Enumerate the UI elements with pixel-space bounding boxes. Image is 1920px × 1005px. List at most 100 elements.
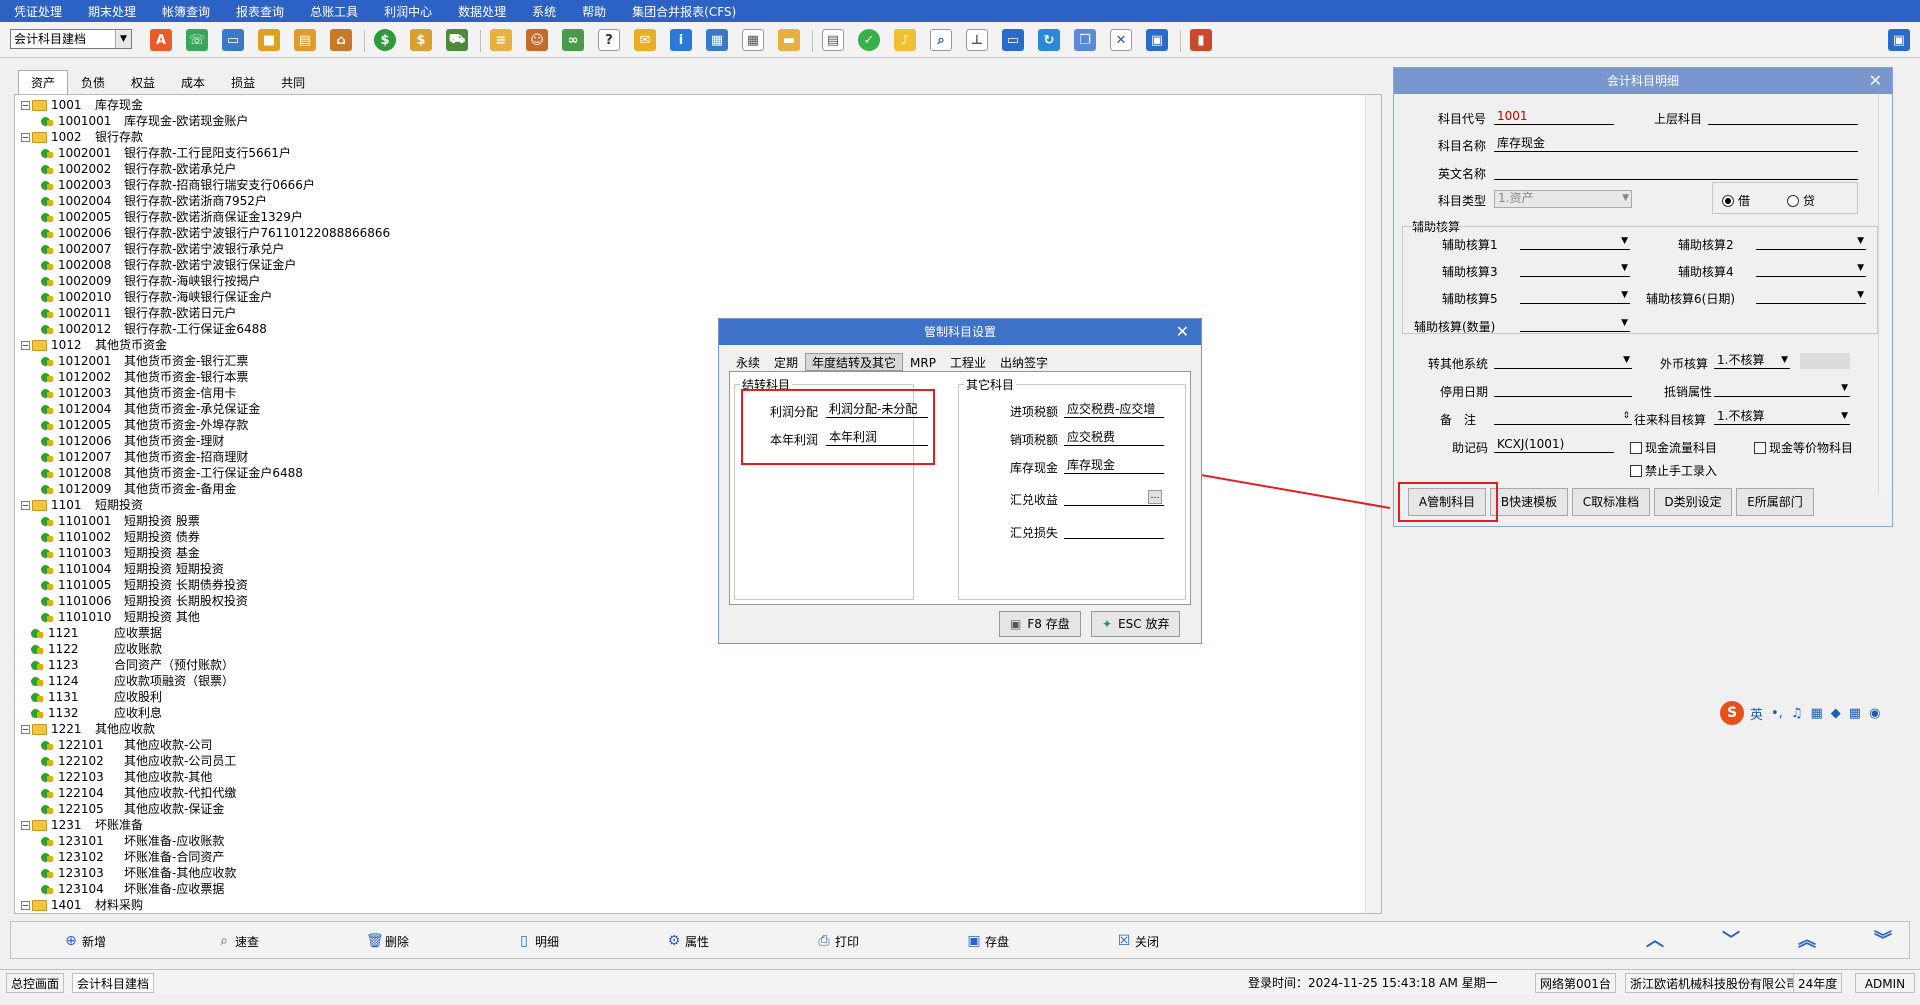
aux-qty-select[interactable]: ▼	[1520, 316, 1630, 332]
menu-item-voucher[interactable]: 凭证处理	[14, 3, 62, 20]
tree-node[interactable]: 1101005 短期投资 长期债券投资	[41, 577, 248, 593]
aux2-select[interactable]: ▼	[1756, 234, 1866, 250]
tree-node[interactable]: 1124 应收款项融资（银票）	[31, 673, 234, 689]
tab-cashier-sign[interactable]: 出纳签字	[993, 353, 1055, 371]
help-icon[interactable]: ?	[598, 29, 620, 51]
bell-icon[interactable]: ♪	[894, 29, 916, 51]
tree-node[interactable]: 1101004 短期投资 短期投资	[41, 561, 224, 577]
fx-currency-field[interactable]	[1800, 353, 1850, 369]
output-tax-field[interactable]: 应交税费	[1064, 430, 1164, 446]
mail-icon[interactable]: ✉	[634, 29, 656, 51]
credit-radio[interactable]: 贷	[1787, 192, 1815, 209]
collapse-toggle-icon[interactable]: −	[21, 340, 30, 350]
category-setting-button[interactable]: D类别设定	[1654, 488, 1732, 516]
tree-node[interactable]: 122103 其他应收款-其他	[41, 769, 212, 785]
punctuation-icon[interactable]: •,	[1771, 706, 1783, 721]
skin-icon[interactable]: ◆	[1831, 706, 1841, 721]
money-bag-icon[interactable]: $	[410, 29, 432, 51]
type-select[interactable]: 1.资产 ▼	[1494, 190, 1632, 208]
mascot-icon[interactable]: ◉	[1869, 706, 1880, 721]
tree-node[interactable]: 123103 坏账准备-其他应收款	[41, 865, 236, 881]
chevron-up-icon[interactable]: ︿	[1644, 930, 1666, 952]
tile-icon[interactable]: ▣	[1146, 29, 1168, 51]
tree-node[interactable]: 1002005 银行存款-欧诺浙商保证金1329户	[41, 209, 303, 225]
tree-node[interactable]: 1002002 银行存款-欧诺承兑户	[41, 161, 236, 177]
transfer-select[interactable]: ▼	[1494, 353, 1632, 369]
tab-mrp[interactable]: MRP	[903, 353, 943, 371]
module-select[interactable]: 会计科目建档 ▼	[10, 29, 132, 49]
tree-node[interactable]: 1101010 短期投资 其他	[41, 609, 200, 625]
home-icon[interactable]: ⌂	[330, 29, 352, 51]
tree-node[interactable]: − 1012 其他货币资金	[21, 337, 167, 353]
properties-button[interactable]: ⚙ 属性	[666, 932, 709, 950]
tree-node[interactable]: 1121 应收票据	[31, 625, 162, 641]
english-name-field[interactable]	[1494, 164, 1858, 180]
microphone-icon[interactable]: ♫	[1791, 706, 1803, 721]
tree-node[interactable]: 1122 应收账款	[31, 641, 162, 657]
windows-icon[interactable]: ❐	[1074, 29, 1096, 51]
tree-node[interactable]: 123104 坏账准备-应收票据	[41, 881, 224, 897]
f8-save-button[interactable]: ▣ F8 存盘	[999, 611, 1081, 637]
tree-node[interactable]: 1012009 其他货币资金-备用金	[41, 481, 236, 497]
tree-node[interactable]: − 1221 其他应收款	[21, 721, 155, 737]
close-icon[interactable]: ✕	[1869, 71, 1882, 91]
tree-node[interactable]: 1012006 其他货币资金-理财	[41, 433, 224, 449]
tree-node[interactable]: 1101001 短期投资 股票	[41, 513, 200, 529]
tree-node[interactable]: 1131 应收股利	[31, 689, 162, 705]
chevron-down-icon[interactable]: ﹀	[1720, 930, 1742, 952]
fx-select[interactable]: 1.不核算 ▼	[1714, 353, 1790, 369]
cash-field[interactable]: 库存现金	[1064, 458, 1164, 474]
menu-item-report-query[interactable]: 报表查询	[236, 3, 284, 20]
tree-node[interactable]: 122105 其他应收款-保证金	[41, 801, 224, 817]
tab-periodic[interactable]: 定期	[767, 353, 805, 371]
tree-node[interactable]: 1132 应收利息	[31, 705, 162, 721]
tree-node[interactable]: 1012007 其他货币资金-招商理财	[41, 449, 248, 465]
grid-icon[interactable]: ▦	[706, 29, 728, 51]
menu-item-data-processing[interactable]: 数据处理	[458, 3, 506, 20]
toolbox-icon[interactable]: ▦	[1849, 706, 1861, 721]
aux6-select[interactable]: ▼	[1756, 288, 1866, 304]
menu-item-ledger-query[interactable]: 帐簿查询	[162, 3, 210, 20]
check-icon[interactable]: ✓	[858, 29, 880, 51]
fx-loss-field[interactable]	[1064, 523, 1164, 539]
link-icon[interactable]: ∞	[562, 29, 584, 51]
computer-icon[interactable]: ▭	[222, 29, 244, 51]
collapse-toggle-icon[interactable]: −	[21, 724, 30, 734]
memo-code-field[interactable]: KCXJ(1001)	[1494, 437, 1614, 453]
no-manual-entry-checkbox[interactable]: 禁止手工录入	[1630, 462, 1717, 479]
collapse-toggle-icon[interactable]: −	[21, 500, 30, 510]
tree-node[interactable]: 1002010 银行存款-海峡银行保证金户	[41, 289, 272, 305]
tree-structure-icon[interactable]: ⊥	[966, 29, 988, 51]
tab-perpetual[interactable]: 永续	[729, 353, 767, 371]
tree-node[interactable]: 1012004 其他货币资金-承兑保证金	[41, 401, 260, 417]
cash-equivalent-checkbox[interactable]: 现金等价物科目	[1754, 439, 1853, 456]
add-button[interactable]: ⊕ 新增	[63, 932, 106, 950]
tab-engineering[interactable]: 工程业	[943, 353, 993, 371]
search-icon[interactable]: ⌕	[930, 29, 952, 51]
tab-cost[interactable]: 成本	[168, 70, 218, 94]
tab-home[interactable]: 总控画面	[6, 973, 65, 993]
stop-date-field[interactable]	[1494, 381, 1632, 397]
menu-item-period-end[interactable]: 期末处理	[88, 3, 136, 20]
collapse-toggle-icon[interactable]: −	[21, 100, 30, 110]
menu-item-cfs[interactable]: 集团合并报表(CFS)	[632, 3, 736, 20]
keyboard-icon[interactable]: ▦	[1810, 706, 1822, 721]
menu-item-system[interactable]: 系统	[532, 3, 556, 20]
tree-node[interactable]: 1101002 短期投资 债券	[41, 529, 200, 545]
menu-item-help[interactable]: 帮助	[582, 3, 606, 20]
aux3-select[interactable]: ▼	[1520, 261, 1630, 277]
collapse-toggle-icon[interactable]: −	[21, 900, 30, 910]
document-icon[interactable]: ▤	[822, 29, 844, 51]
tree-node[interactable]: 122102 其他应收款-公司员工	[41, 753, 236, 769]
department-button[interactable]: E所属部门	[1736, 488, 1814, 516]
menu-item-profit-center[interactable]: 利润中心	[384, 3, 432, 20]
tree-node[interactable]: − 1401 材料采购	[21, 897, 143, 913]
tree-node[interactable]: − 1101 短期投资	[21, 497, 143, 513]
parent-field[interactable]	[1708, 109, 1858, 125]
debit-radio[interactable]: 借	[1722, 192, 1750, 209]
refresh-icon[interactable]: ↻	[1038, 29, 1060, 51]
close-window-icon[interactable]: ✕	[1110, 29, 1132, 51]
tree-node[interactable]: 1002001 银行存款-工行昆阳支行5661户	[41, 145, 291, 161]
tree-node[interactable]: 1002003 银行存款-招商银行瑞安支行0666户	[41, 177, 315, 193]
collapse-toggle-icon[interactable]: −	[21, 820, 30, 830]
